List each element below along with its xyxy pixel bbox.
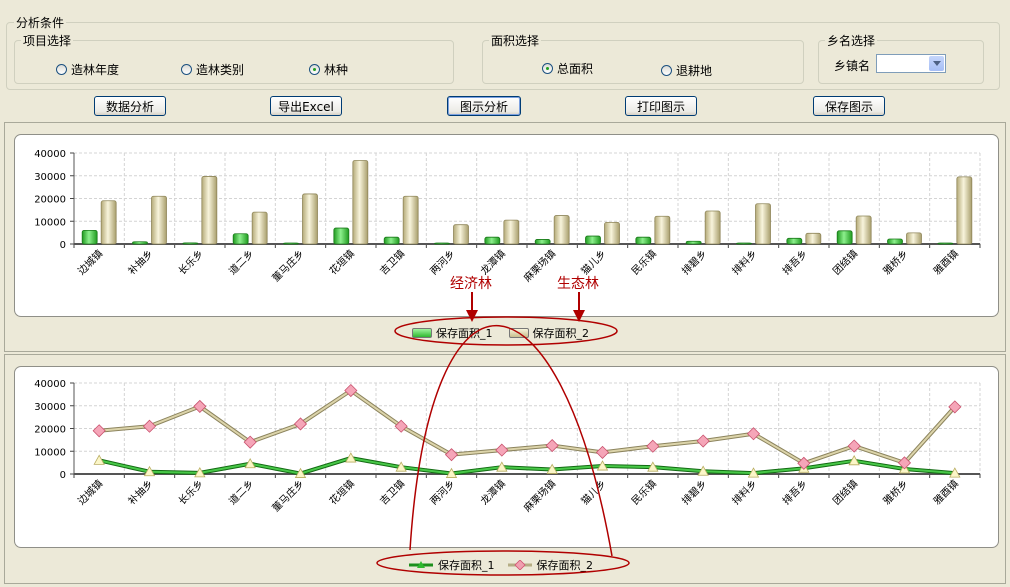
annotation-ellipse-line-legend	[376, 550, 630, 576]
annotation-ellipse-bar-legend	[394, 316, 618, 346]
annotation-arc	[409, 325, 613, 557]
annotation-overlay	[376, 292, 630, 576]
arrow-economic-forest-head	[466, 310, 478, 322]
annotation-economic-forest: 经济林	[450, 276, 492, 292]
annotation-ecological-forest: 生态林	[557, 276, 599, 292]
